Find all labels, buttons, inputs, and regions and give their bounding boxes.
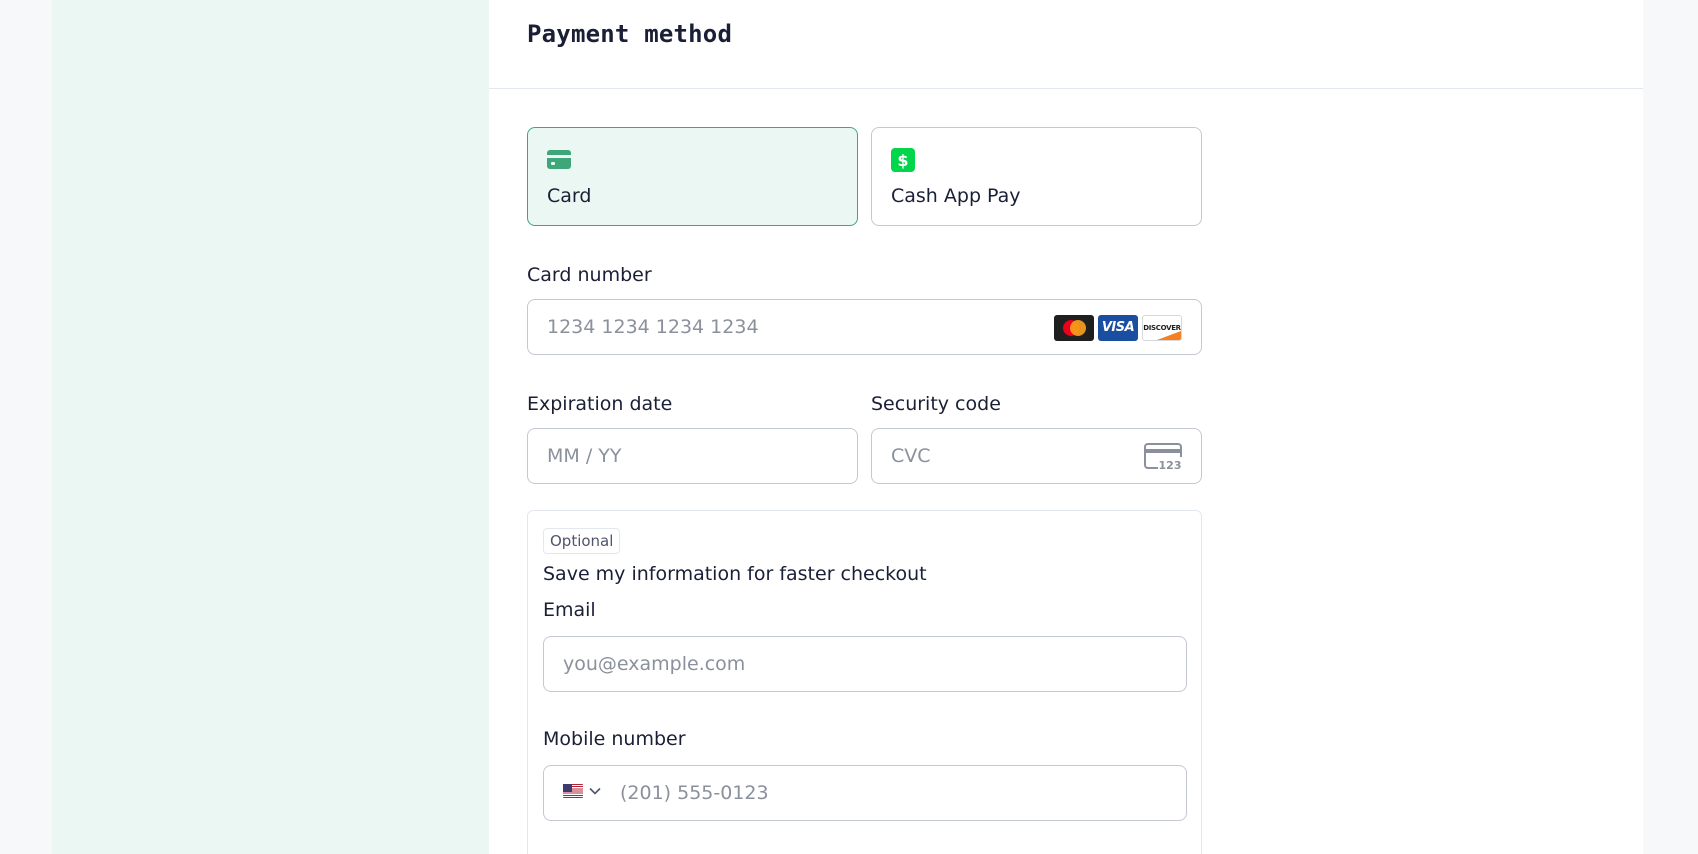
expiration-field-wrapper	[527, 428, 858, 484]
credit-card-icon	[547, 148, 571, 172]
expiration-date-input[interactable]	[528, 429, 857, 483]
save-info-section: Optional Save my information for faster …	[527, 510, 1202, 854]
mobile-number-label: Mobile number	[543, 728, 686, 750]
card-number-label: Card number	[527, 264, 652, 286]
expiration-date-label: Expiration date	[527, 393, 673, 415]
payment-method-tabs: Card $ Cash App Pay	[527, 127, 1202, 226]
security-code-label: Security code	[871, 393, 1001, 415]
mobile-number-input[interactable]	[544, 766, 1186, 820]
svg-text:$: $	[897, 151, 908, 170]
main-panel: Payment method Card $ Cash App Pay Card …	[489, 0, 1643, 854]
save-info-text: Save my information for faster checkout	[543, 563, 927, 585]
page-title: Payment method	[527, 20, 733, 48]
tab-card-label: Card	[547, 185, 592, 207]
optional-badge: Optional	[543, 528, 621, 554]
cvc-card-icon: 123	[1144, 443, 1182, 472]
card-brands: VISA DISCOVER	[1054, 315, 1182, 341]
tab-cash-app-pay-label: Cash App Pay	[891, 185, 1021, 207]
page-header: Payment method	[489, 0, 1643, 89]
tab-card[interactable]: Card	[527, 127, 858, 226]
mobile-number-field-wrapper	[543, 765, 1187, 821]
email-label: Email	[543, 599, 596, 621]
email-input[interactable]	[544, 637, 1186, 691]
security-code-field-wrapper: 123	[871, 428, 1202, 484]
left-panel	[52, 0, 489, 854]
tab-cash-app-pay[interactable]: $ Cash App Pay	[871, 127, 1202, 226]
cvc-icon-text: 123	[1159, 459, 1182, 471]
cash-app-icon: $	[891, 148, 915, 172]
discover-icon: DISCOVER	[1142, 315, 1182, 341]
card-number-field-wrapper: VISA DISCOVER	[527, 299, 1202, 355]
email-field-wrapper	[543, 636, 1187, 692]
mastercard-icon	[1054, 315, 1094, 341]
visa-icon: VISA	[1098, 315, 1138, 341]
